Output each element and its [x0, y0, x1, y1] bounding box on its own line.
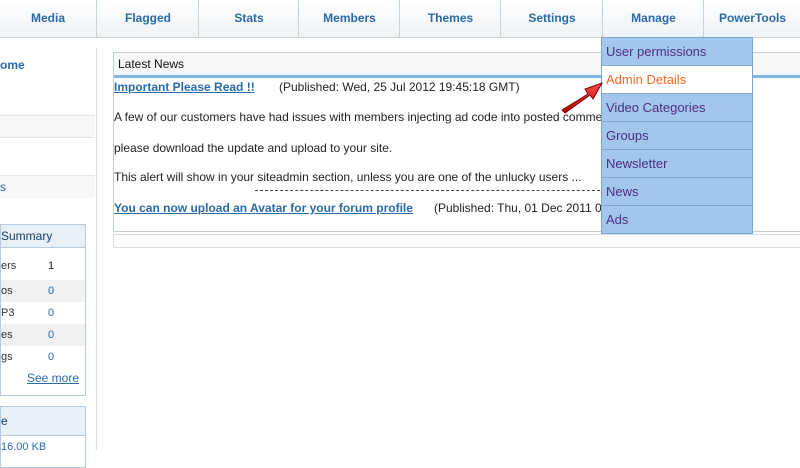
secondary-panel	[113, 234, 800, 248]
summary-row-label: os	[1, 285, 13, 297]
storage-value: 16.00 KB	[1, 441, 47, 453]
see-more-link[interactable]: See more	[27, 371, 79, 385]
top-navigation: Media Flagged Stats Members Themes Setti…	[0, 0, 800, 38]
nav-manage[interactable]: Manage	[602, 0, 704, 37]
summary-row-label: gs	[1, 351, 13, 363]
sidebar-home-link[interactable]: ome	[0, 58, 25, 72]
summary-row-label: P3	[1, 307, 15, 319]
summary-row: es 0	[1, 324, 85, 346]
red-arrow-icon	[561, 82, 604, 114]
sidebar: ome s Summary ers 1 os 0 P3 0 es 0 gs 0 …	[0, 48, 97, 468]
summary-row: P3 0	[1, 302, 85, 324]
summary-row-label: es	[1, 329, 13, 341]
sidebar-row-2[interactable]	[0, 137, 95, 160]
summary-row-value[interactable]: 0	[48, 280, 54, 302]
summary-row-value[interactable]: 0	[48, 346, 54, 368]
summary-row-value[interactable]: 0	[48, 324, 54, 346]
menu-item-admin-details[interactable]: Admin Details	[602, 66, 752, 94]
sidebar-row-3-label: s	[0, 180, 6, 194]
nav-stats[interactable]: Stats	[198, 0, 299, 37]
storage-box: e 16.00 KB	[0, 406, 86, 468]
summary-box-title: Summary	[1, 225, 85, 248]
nav-media[interactable]: Media	[0, 0, 96, 37]
sidebar-row-1[interactable]	[0, 115, 95, 138]
menu-item-news[interactable]: News	[602, 178, 752, 206]
summary-row: ers 1	[1, 255, 85, 277]
sidebar-row-3[interactable]: s	[0, 175, 95, 198]
nav-themes[interactable]: Themes	[399, 0, 501, 37]
news-title-link[interactable]: Important Please Read !!	[114, 80, 255, 94]
news-published-date: (Published: Wed, 25 Jul 2012 19:45:18 GM…	[279, 80, 520, 94]
menu-item-video-categories[interactable]: Video Categories	[602, 94, 752, 122]
nav-flagged[interactable]: Flagged	[96, 0, 199, 37]
menu-item-user-permissions[interactable]: User permissions	[602, 38, 752, 66]
nav-powertools[interactable]: PowerTools	[703, 0, 800, 37]
nav-settings[interactable]: Settings	[500, 0, 603, 37]
summary-row-value: 1	[48, 260, 55, 272]
summary-row-value[interactable]: 0	[48, 302, 54, 324]
menu-item-ads[interactable]: Ads	[602, 206, 752, 233]
storage-box-title: e	[1, 407, 85, 436]
news-divider	[255, 190, 605, 191]
nav-members[interactable]: Members	[298, 0, 400, 37]
menu-item-groups[interactable]: Groups	[602, 122, 752, 150]
summary-row-label: ers	[1, 260, 17, 272]
summary-box: Summary ers 1 os 0 P3 0 es 0 gs 0 See mo…	[0, 224, 86, 396]
menu-item-newsletter[interactable]: Newsletter	[602, 150, 752, 178]
summary-row: gs 0	[1, 346, 85, 368]
summary-row: os 0	[1, 280, 85, 302]
manage-dropdown-menu: User permissions Admin Details Video Cat…	[601, 37, 753, 234]
news-body-line: This alert will show in your siteadmin s…	[114, 170, 582, 184]
news-body-line: please download the update and upload to…	[114, 141, 393, 155]
news-title-link[interactable]: You can now upload an Avatar for your fo…	[114, 201, 413, 215]
